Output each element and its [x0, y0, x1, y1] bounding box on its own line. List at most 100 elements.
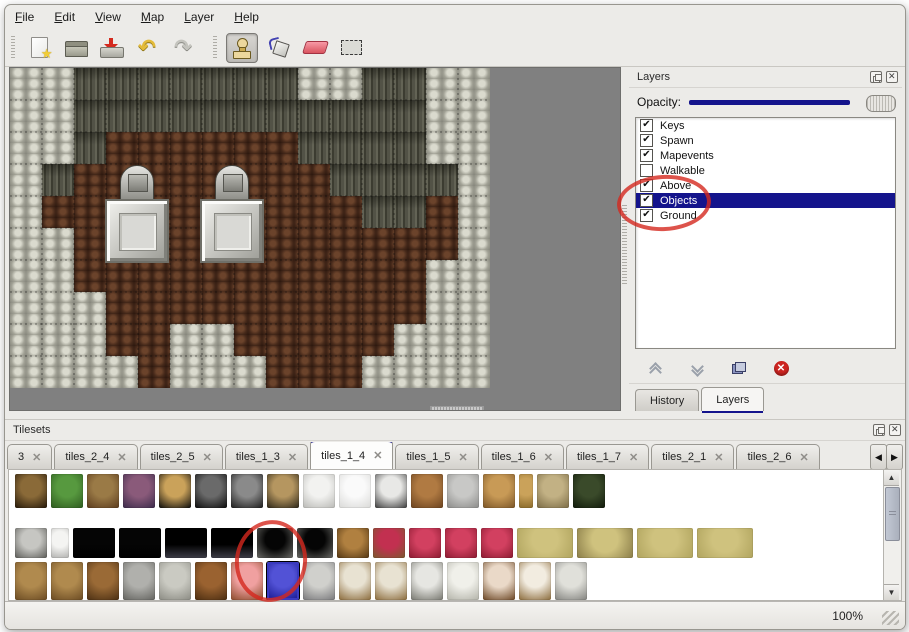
map-tile-cliff-rock[interactable]	[138, 68, 170, 100]
map-tile-cliff-rock[interactable]	[170, 100, 202, 132]
move-layer-down-button[interactable]	[686, 357, 708, 379]
save-map-button[interactable]	[96, 34, 126, 62]
tileset-tab-tiles_2_4[interactable]: tiles_2_4✕	[54, 444, 137, 469]
map-tile-brown-floor[interactable]	[330, 196, 362, 228]
map-tile-light-rock[interactable]	[426, 260, 458, 292]
map-tile-brown-floor[interactable]	[266, 324, 298, 356]
map-tile-brown-floor[interactable]	[170, 164, 202, 196]
map-tile-brown-floor[interactable]	[170, 196, 202, 228]
map-tile-brown-floor[interactable]	[330, 292, 362, 324]
map-tile-brown-floor[interactable]	[106, 324, 138, 356]
map-tile-cliff-rock[interactable]	[42, 164, 74, 196]
map-tile-light-rock[interactable]	[426, 132, 458, 164]
map-tile-light-rock[interactable]	[202, 324, 234, 356]
map-tile-cliff-rock[interactable]	[234, 100, 266, 132]
tileset-tile-curtained-window[interactable]	[373, 528, 405, 558]
panel-tab-history[interactable]: History	[635, 389, 699, 411]
tileset-tile-hanging-rope[interactable]	[519, 474, 533, 508]
map-tile-light-rock[interactable]	[42, 228, 74, 260]
tileset-tile-wooden-sign[interactable]	[51, 562, 83, 600]
map-tile-light-rock[interactable]	[106, 356, 138, 388]
map-tile-brown-floor[interactable]	[298, 292, 330, 324]
tileset-tile-khaki-wall-ladder[interactable]	[577, 528, 633, 558]
tileset-tile-snowy-sign[interactable]	[375, 562, 407, 600]
map-tile-light-rock[interactable]	[394, 356, 426, 388]
scrollbar-thumb[interactable]	[885, 487, 900, 541]
tileset-tile-dark-arch-tile[interactable]	[297, 528, 333, 558]
new-map-button[interactable]: ★	[24, 34, 54, 62]
window-resize-grip[interactable]	[882, 611, 899, 625]
map-tile-light-rock[interactable]	[74, 324, 106, 356]
map-tile-cliff-rock[interactable]	[394, 100, 426, 132]
tileset-tile-barred-window[interactable]	[231, 474, 263, 508]
map-tile-brown-floor[interactable]	[234, 292, 266, 324]
tileset-tile-red-curtains[interactable]	[445, 528, 477, 558]
map-tile-brown-floor[interactable]	[74, 164, 106, 196]
layer-visibility-checkbox[interactable]: ✔	[640, 179, 653, 192]
map-tile-light-rock[interactable]	[42, 292, 74, 324]
map-tile-brown-floor[interactable]	[362, 228, 394, 260]
map-tile-light-rock[interactable]	[234, 356, 266, 388]
map-tile-brown-floor[interactable]	[138, 324, 170, 356]
move-layer-up-button[interactable]	[644, 357, 666, 379]
map-tile-brown-floor[interactable]	[394, 260, 426, 292]
eraser-tool-button[interactable]	[300, 34, 330, 62]
tileset-tile-khaki-wall[interactable]	[517, 528, 573, 558]
tileset-tile-black-tile[interactable]	[73, 528, 115, 558]
map-tile-cliff-rock[interactable]	[330, 164, 362, 196]
tileset-tile-dark-arch-tile[interactable]	[257, 528, 293, 558]
map-tile-brown-floor[interactable]	[298, 164, 330, 196]
menu-item-edit[interactable]: Edit	[54, 10, 75, 24]
map-object-grave-pedestal[interactable]	[200, 165, 264, 263]
scroll-down-button[interactable]: ▼	[884, 584, 899, 600]
tileset-tile-dry-roots[interactable]	[537, 474, 569, 508]
close-panel-icon[interactable]	[889, 424, 901, 436]
panel-splitter-handle[interactable]	[622, 205, 627, 285]
delete-layer-button[interactable]: ✕	[770, 357, 792, 379]
tileset-tab-tiles_1_4[interactable]: tiles_1_4✕	[310, 442, 393, 469]
tileset-tile-white-pane[interactable]	[339, 474, 371, 508]
map-tile-brown-floor[interactable]	[362, 324, 394, 356]
tileset-tile-white-arched-window[interactable]	[303, 474, 335, 508]
layer-row-keys[interactable]: ✔Keys	[636, 118, 895, 133]
tileset-tile-metal-ladder[interactable]	[447, 474, 479, 508]
close-tab-icon[interactable]: ✕	[544, 451, 553, 464]
menu-item-map[interactable]: Map	[141, 10, 164, 24]
tileset-tile-small-bars[interactable]	[375, 474, 407, 508]
close-tab-icon[interactable]: ✕	[458, 451, 467, 464]
stamp-tool-button[interactable]	[226, 33, 258, 63]
map-tile-cliff-rock[interactable]	[74, 68, 106, 100]
map-tile-cliff-rock[interactable]	[394, 132, 426, 164]
map-canvas[interactable]	[9, 67, 621, 411]
layer-visibility-checkbox[interactable]	[640, 164, 653, 177]
tileset-tab-tiles_2_5[interactable]: tiles_2_5✕	[140, 444, 223, 469]
tileset-tile-curtain-pair[interactable]	[481, 528, 513, 558]
close-tab-icon[interactable]: ✕	[800, 451, 809, 464]
map-tile-brown-floor[interactable]	[266, 356, 298, 388]
map-tile-cliff-rock[interactable]	[202, 100, 234, 132]
map-object-grave-pedestal[interactable]	[105, 165, 169, 263]
map-tile-light-rock[interactable]	[202, 356, 234, 388]
map-tile-brown-floor[interactable]	[394, 292, 426, 324]
tileset-tile-red-curtains[interactable]	[409, 528, 441, 558]
map-tile-brown-floor[interactable]	[234, 132, 266, 164]
map-tile-light-rock[interactable]	[426, 100, 458, 132]
tileset-tile-khaki-wall[interactable]	[637, 528, 693, 558]
map-tile-cliff-rock[interactable]	[202, 68, 234, 100]
tileset-tab-tiles_1_6[interactable]: tiles_1_6✕	[481, 444, 564, 469]
layer-list[interactable]: ✔Keys✔Spawn✔MapeventsWalkable✔Above✔Obje…	[635, 117, 896, 349]
map-tile-light-rock[interactable]	[170, 324, 202, 356]
map-tile-light-rock[interactable]	[74, 292, 106, 324]
map-tile-cliff-rock[interactable]	[426, 164, 458, 196]
map-tile-light-rock[interactable]	[298, 68, 330, 100]
tileset-tile-khaki-wall[interactable]	[697, 528, 753, 558]
tileset-tab-tiles_1_7[interactable]: tiles_1_7✕	[566, 444, 649, 469]
map-tile-cliff-rock[interactable]	[394, 164, 426, 196]
close-tab-icon[interactable]: ✕	[203, 451, 212, 464]
tileset-tile-blue-tombstone[interactable]	[267, 562, 299, 600]
map-tile-cliff-rock[interactable]	[362, 68, 394, 100]
close-tab-icon[interactable]: ✕	[373, 449, 382, 462]
map-tile-light-rock[interactable]	[10, 100, 42, 132]
map-tile-light-rock[interactable]	[426, 68, 458, 100]
map-tile-light-rock[interactable]	[458, 196, 490, 228]
